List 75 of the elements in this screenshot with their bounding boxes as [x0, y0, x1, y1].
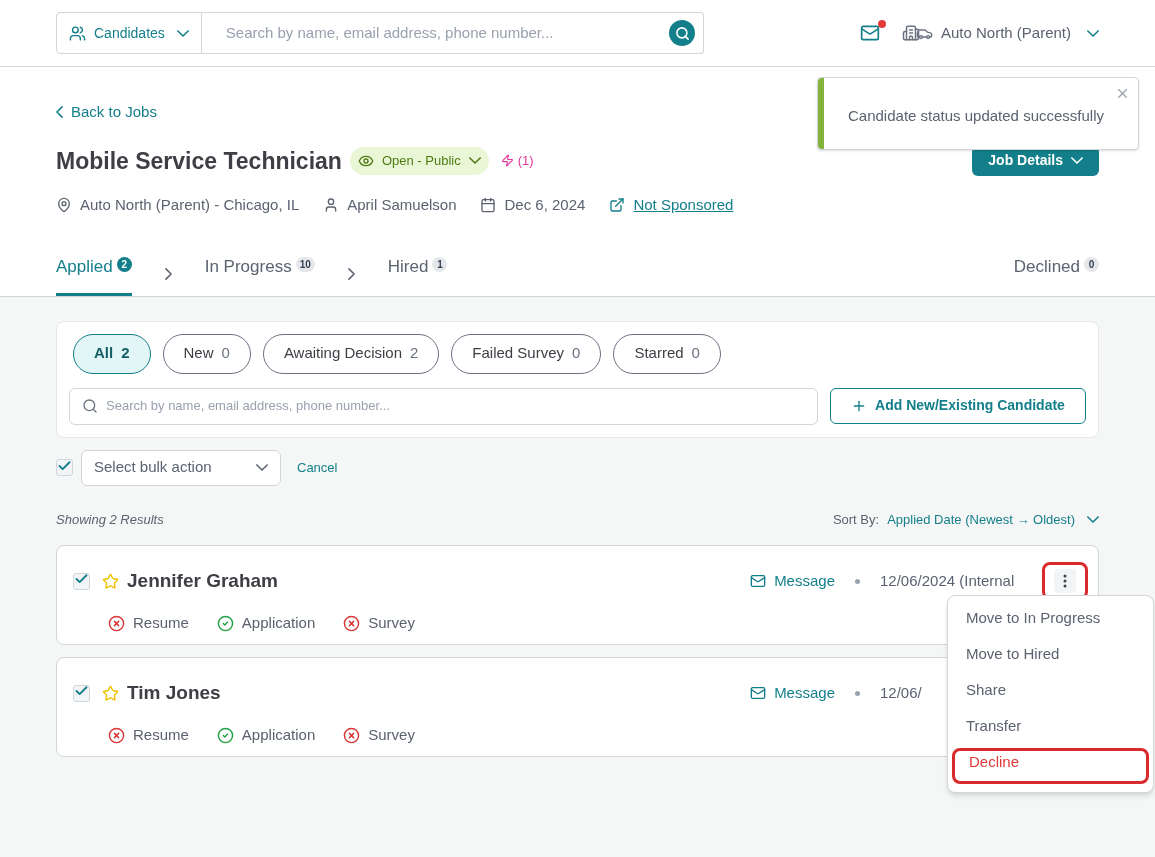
message-link[interactable]: Message: [750, 569, 835, 593]
document-status: Survey: [343, 724, 415, 747]
stage-tab[interactable]: Applied 2: [56, 253, 132, 296]
chevron-down-icon: [256, 464, 268, 471]
message-link[interactable]: Message: [750, 681, 835, 705]
document-status: Application: [216, 612, 316, 635]
status-dropdown[interactable]: Open - Public: [349, 146, 489, 175]
chevron-down-icon: [1071, 157, 1083, 165]
chevron-down-icon: [176, 29, 189, 37]
add-candidate-button[interactable]: Add New/Existing Candidate: [830, 387, 1086, 424]
candidate-search-field[interactable]: Search by name, email address, phone number...: [69, 387, 818, 425]
menu-item[interactable]: Decline: [952, 748, 1149, 784]
star-icon[interactable]: [102, 572, 119, 590]
document-status: Resume: [108, 612, 189, 635]
recruiter-text: April Samuelson: [323, 194, 457, 217]
error-icon: [108, 726, 125, 744]
chevron-down-icon: [1087, 515, 1099, 523]
job-title: Mobile Service Technician: [56, 146, 342, 176]
close-icon[interactable]: [1115, 86, 1130, 101]
vertical-dots-icon: [1063, 574, 1067, 588]
candidate-name[interactable]: Tim Jones: [127, 678, 221, 708]
candidate-name[interactable]: Jennifer Graham: [127, 566, 278, 596]
error-icon: [108, 614, 125, 632]
stage-tab[interactable]: Declined 0: [1013, 253, 1099, 296]
date-text: Dec 6, 2024: [480, 194, 586, 217]
menu-item[interactable]: Transfer: [952, 712, 1149, 748]
checkbox[interactable]: [73, 684, 90, 702]
people-icon: [69, 24, 86, 42]
results-count: Showing 2 Results: [56, 510, 164, 529]
search-field[interactable]: Search by name, email address, phone number...: [201, 12, 704, 54]
stage-tab[interactable]: In Progress 10: [204, 253, 315, 296]
checkbox[interactable]: [73, 572, 90, 590]
chevron-right-icon: [347, 267, 355, 280]
document-status: Resume: [108, 724, 189, 747]
cancel-link[interactable]: Cancel: [297, 457, 338, 478]
building-car-icon: [901, 24, 933, 42]
mail-icon: [750, 685, 767, 701]
checkbox[interactable]: [56, 459, 73, 476]
chevron-left-icon: [56, 106, 63, 119]
document-status: Application: [216, 724, 316, 747]
search-icon: [82, 398, 98, 414]
location-text: Auto North (Parent) - Chicago, IL: [56, 194, 300, 217]
check-circle-icon: [216, 614, 234, 632]
check-circle-icon: [216, 726, 234, 744]
filter-chip[interactable]: All 2: [73, 333, 151, 374]
mail-icon: [750, 573, 767, 589]
scope-dropdown[interactable]: Candidates: [56, 12, 202, 54]
star-icon[interactable]: [102, 684, 119, 702]
document-status: Survey: [343, 612, 415, 635]
search-input[interactable]: Search by name, email address, phone number...: [225, 21, 669, 45]
map-pin-icon: [56, 197, 72, 214]
external-link-icon: [609, 197, 626, 214]
chevron-right-icon: [164, 267, 172, 280]
search-icon[interactable]: [669, 20, 695, 46]
chevron-down-icon: [1087, 29, 1099, 37]
lightning-icon: [500, 154, 514, 168]
sort-dropdown[interactable]: Applied Date (Newest → Oldest): [887, 509, 1099, 529]
calendar-icon: [480, 197, 497, 214]
sort-label: Sort By:: [832, 510, 880, 529]
menu-item[interactable]: Move to In Progress: [952, 604, 1149, 640]
bulk-action-dropdown[interactable]: Select bulk action: [81, 449, 281, 486]
applied-date: 12/06/2024 (Internal: [880, 571, 1015, 589]
toast-message: Candidate status updated successfully: [847, 106, 1105, 126]
applied-date: 12/06/: [880, 683, 922, 701]
account-dropdown[interactable]: Auto North (Parent): [901, 21, 1099, 45]
boost-count: (1): [500, 151, 534, 171]
menu-item[interactable]: Share: [952, 676, 1149, 712]
chevron-down-icon: [468, 157, 481, 165]
sponsor-link[interactable]: Not Sponsored: [609, 194, 734, 217]
menu-item[interactable]: Move to Hired: [952, 640, 1149, 676]
error-icon: [343, 726, 361, 744]
candidate-search-input[interactable]: Search by name, email address, phone number...: [106, 396, 805, 416]
stage-tab[interactable]: Hired 1: [387, 253, 448, 296]
back-link[interactable]: Back to Jobs: [56, 67, 157, 124]
error-icon: [343, 614, 361, 632]
